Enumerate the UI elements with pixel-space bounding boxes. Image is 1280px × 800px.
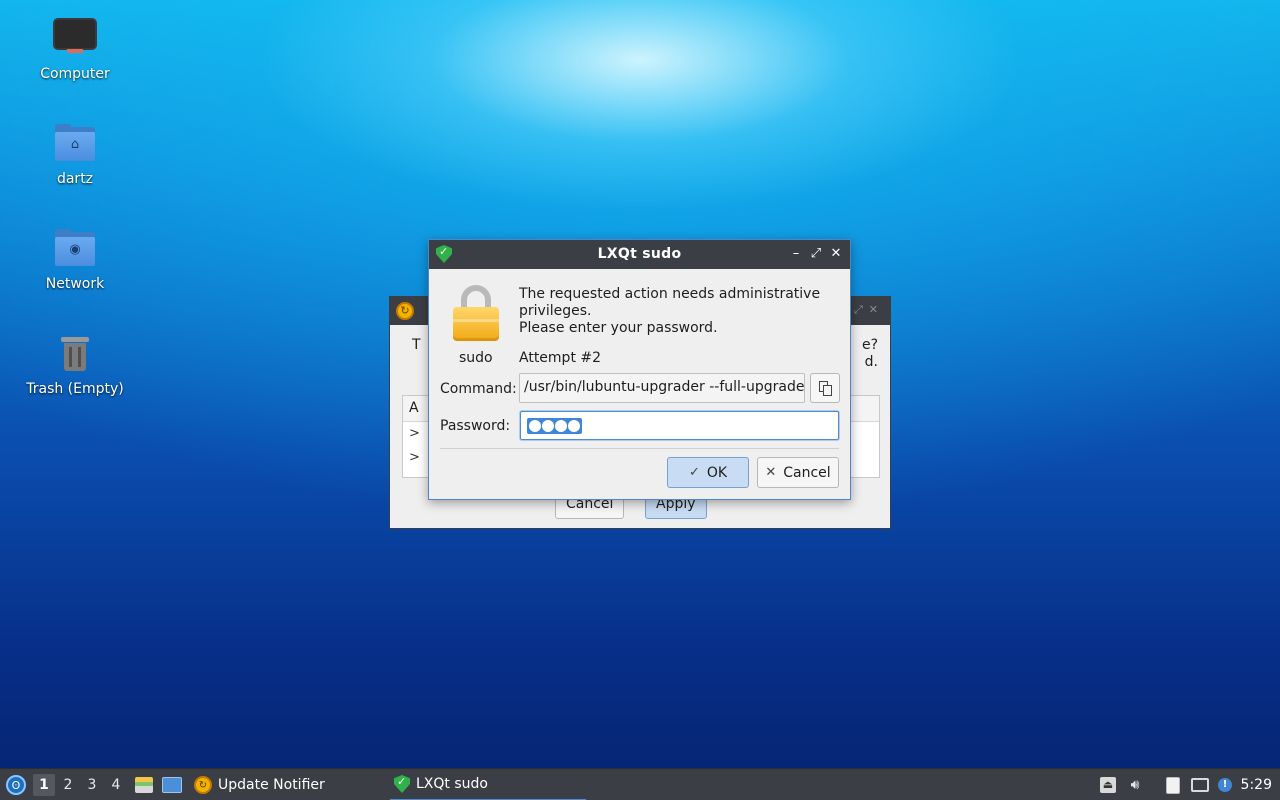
cancel-button[interactable]: ✕ Cancel xyxy=(757,457,839,488)
password-mask-selected xyxy=(527,418,582,434)
desktop-icon-home[interactable]: ⌂ dartz xyxy=(10,121,140,187)
home-folder-icon: ⌂ xyxy=(53,121,97,165)
clock[interactable]: 5:29 xyxy=(1241,769,1272,800)
dialog-titlebar[interactable]: LXQt sudo – ⤢ ✕ xyxy=(429,240,850,269)
trash-icon xyxy=(53,331,97,375)
dialog-text-fragment-right: e? d. xyxy=(862,337,878,371)
app-label: sudo xyxy=(459,350,493,366)
clipboard-icon xyxy=(1166,776,1180,794)
text-fragment: e? xyxy=(861,337,878,353)
copy-command-button[interactable] xyxy=(810,373,840,403)
tray-clipboard[interactable] xyxy=(1162,769,1184,800)
expand-chevron-icon[interactable]: > xyxy=(409,426,420,441)
password-dot xyxy=(555,420,567,432)
quicklaunch-file-manager[interactable] xyxy=(133,769,155,800)
desktop-icon-network[interactable]: ◉ Network xyxy=(10,226,140,292)
desktop-switch-1[interactable]: 1 xyxy=(33,774,55,796)
task-label: Update Notifier xyxy=(218,777,325,793)
desktop-icon-label: Trash (Empty) xyxy=(26,381,124,397)
task-lxqt-sudo[interactable]: LXQt sudo xyxy=(390,769,586,800)
desktop-icon-trash[interactable]: Trash (Empty) xyxy=(10,331,140,397)
maximize-button[interactable]: ⤢ xyxy=(807,245,825,263)
quicklaunch-show-desktop[interactable] xyxy=(161,769,183,800)
lock-icon xyxy=(453,285,499,341)
desktop-icon-label: Computer xyxy=(40,66,110,82)
desktop-icon-label: dartz xyxy=(56,171,94,187)
tray-volume[interactable]: 🔊︎ xyxy=(1124,769,1146,800)
update-notifier-icon: ↻ xyxy=(194,776,212,794)
desktop-switch-4[interactable]: 4 xyxy=(105,769,127,800)
dialog-text-fragment: T xyxy=(412,337,421,353)
text-fragment: d. xyxy=(864,354,878,370)
divider xyxy=(440,448,839,449)
attempt-label: Attempt #2 xyxy=(519,350,602,366)
expand-chevron-icon[interactable]: > xyxy=(409,450,420,465)
check-icon: ✓ xyxy=(688,465,700,480)
close-button[interactable]: ✕ xyxy=(827,245,845,263)
tray-eject[interactable]: ⏏ xyxy=(1097,769,1119,800)
command-field[interactable]: /usr/bin/lubuntu-upgrader --full-upgrade xyxy=(519,373,805,403)
main-menu-button[interactable]: ʘ xyxy=(4,769,28,800)
network-icon xyxy=(1191,778,1209,792)
volume-icon: 🔊︎ xyxy=(1130,777,1140,793)
file-manager-icon xyxy=(135,777,153,793)
lxqt-sudo-dialog: LXQt sudo – ⤢ ✕ sudo The requested actio… xyxy=(428,239,851,500)
shield-icon xyxy=(394,775,410,793)
show-desktop-icon xyxy=(162,777,182,793)
computer-icon xyxy=(53,16,97,60)
close-icon: ✕ xyxy=(765,465,777,480)
task-label: LXQt sudo xyxy=(416,776,488,792)
window-controls[interactable]: ⤢✕ xyxy=(854,303,884,317)
command-label: Command: xyxy=(440,381,517,397)
taskbar: ʘ 1 2 3 4 ↻ Update Notifier LXQt sudo ⏏ … xyxy=(0,768,1280,800)
ok-button[interactable]: ✓ OK xyxy=(667,457,749,488)
ok-label: OK xyxy=(706,464,728,481)
desktop-icon-label: Network xyxy=(45,276,105,292)
password-input[interactable] xyxy=(520,411,839,440)
eject-icon: ⏏ xyxy=(1100,777,1116,793)
network-folder-icon: ◉ xyxy=(53,226,97,270)
password-dot xyxy=(568,420,580,432)
password-label: Password: xyxy=(440,418,511,434)
password-dot xyxy=(542,420,554,432)
update-notifier-icon: ↻ xyxy=(396,302,414,320)
password-dot xyxy=(529,420,541,432)
desktop-switch-3[interactable]: 3 xyxy=(81,769,103,800)
tray-notifications[interactable]: ! xyxy=(1214,769,1236,800)
minimize-button[interactable]: – xyxy=(787,245,805,263)
task-update-notifier[interactable]: ↻ Update Notifier xyxy=(190,769,386,800)
tray-network[interactable] xyxy=(1189,769,1211,800)
desktop-icon-computer[interactable]: Computer xyxy=(10,16,140,82)
auth-message: The requested action needs administrativ… xyxy=(519,286,821,336)
desktop-switch-2[interactable]: 2 xyxy=(57,769,79,800)
lubuntu-logo-icon: ʘ xyxy=(6,775,26,795)
notification-icon: ! xyxy=(1218,778,1232,792)
cancel-label: Cancel xyxy=(783,464,831,481)
